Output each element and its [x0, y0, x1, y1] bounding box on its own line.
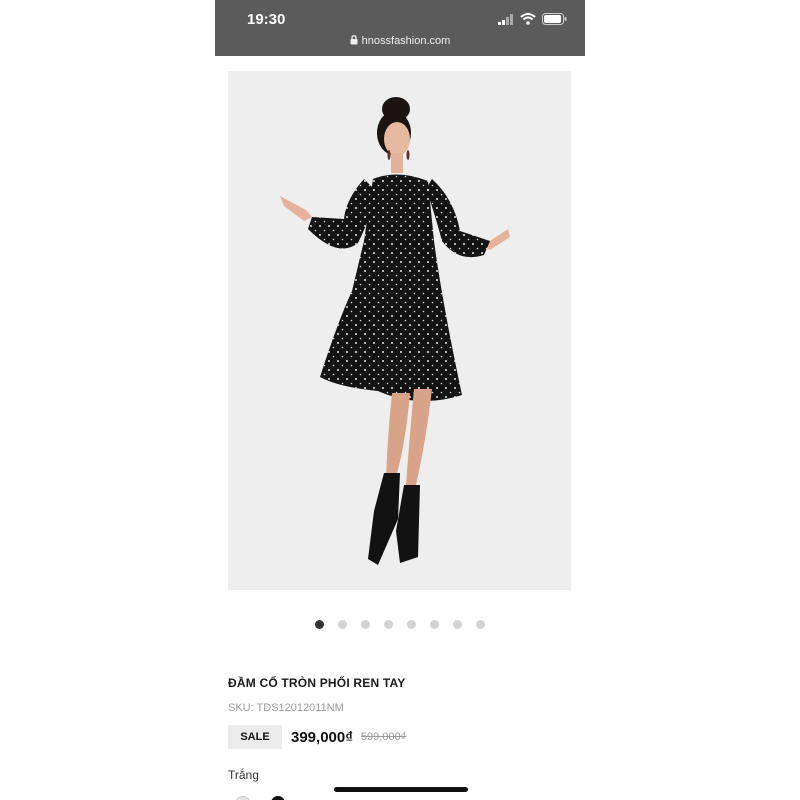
color-swatch-black[interactable]: [271, 796, 285, 800]
product-sku: SKU: TDS12012011NM: [228, 702, 344, 714]
signal-icon: [498, 12, 514, 30]
lock-icon: [350, 35, 358, 48]
battery-icon: [542, 12, 567, 30]
carousel-dot[interactable]: [407, 620, 416, 629]
phone-screen: 19:30 hnossfashion.com ĐẦM CỔ TRÒN PHỐI …: [215, 0, 585, 800]
carousel-dot[interactable]: [430, 620, 439, 629]
carousel-dot[interactable]: [338, 620, 347, 629]
carousel-dot[interactable]: [361, 620, 370, 629]
status-icons: [498, 12, 567, 30]
carousel-dot[interactable]: [384, 620, 393, 629]
home-indicator[interactable]: [334, 787, 468, 792]
current-price: 399,000₫: [291, 728, 353, 746]
status-time: 19:30: [247, 11, 286, 28]
carousel-dot[interactable]: [476, 620, 485, 629]
url-bar[interactable]: hnossfashion.com: [215, 35, 585, 48]
product-image[interactable]: [228, 71, 571, 590]
price-row: SALE 399,000₫ 599,000₫: [228, 725, 406, 749]
url-text: hnossfashion.com: [361, 35, 451, 47]
color-swatch-white[interactable]: [235, 796, 251, 800]
carousel-dot[interactable]: [453, 620, 462, 629]
color-label: Trắng: [228, 768, 259, 782]
carousel-dots: [215, 620, 585, 629]
product-title: ĐẦM CỔ TRÒN PHỐI REN TAY: [228, 676, 406, 690]
sale-badge: SALE: [228, 725, 282, 749]
old-price: 599,000₫: [360, 731, 407, 743]
wifi-icon: [520, 12, 536, 30]
browser-bar: 19:30 hnossfashion.com: [215, 0, 585, 56]
carousel-dot[interactable]: [315, 620, 324, 629]
